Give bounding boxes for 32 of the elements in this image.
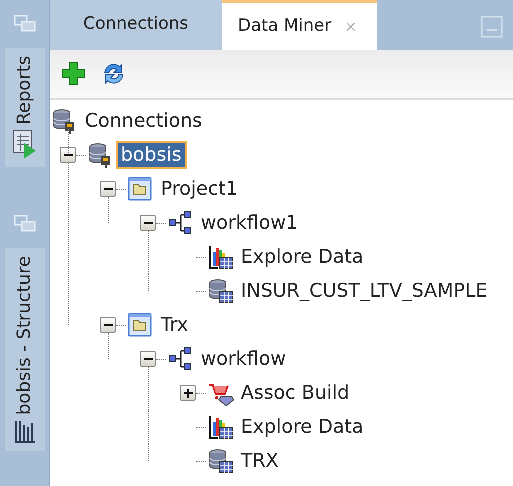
expand-toggle[interactable]: [60, 147, 76, 163]
chart-table-icon: [208, 244, 234, 270]
workflow-icon: [168, 210, 194, 236]
tab[interactable]: Data Miner: [222, 0, 377, 50]
expand-toggle[interactable]: [140, 215, 156, 231]
tab[interactable]: Connections: [50, 0, 222, 50]
tree-node-label[interactable]: TRX: [238, 449, 282, 473]
side-tab[interactable]: Reports: [4, 48, 44, 168]
structure-icon: [14, 419, 36, 444]
expand-toggle[interactable]: [140, 351, 156, 367]
report-play-icon: [12, 129, 38, 160]
database-table-icon: [208, 278, 234, 304]
add-button[interactable]: [60, 60, 88, 88]
tree-node-label[interactable]: INSUR_CUST_LTV_SAMPLE: [238, 279, 491, 303]
tree-node-label[interactable]: bobsis: [118, 143, 185, 167]
tree-node-label[interactable]: workflow: [198, 347, 290, 371]
tree-node-label[interactable]: Connections: [82, 109, 206, 133]
tree-node-label[interactable]: Project1: [158, 177, 242, 201]
expand-toggle[interactable]: [180, 385, 196, 401]
tree-node-label[interactable]: Explore Data: [238, 415, 367, 439]
expand-toggle[interactable]: [100, 181, 116, 197]
folder-icon: [128, 176, 154, 202]
tree-node-label[interactable]: workflow1: [198, 211, 302, 235]
folder-icon: [128, 312, 154, 338]
side-tab[interactable]: bobsis - Structure: [4, 248, 44, 452]
workflow-icon: [168, 346, 194, 372]
database-table-icon: [208, 448, 234, 474]
tree-node-label[interactable]: Trx: [158, 313, 192, 337]
tree-node-label[interactable]: Explore Data: [238, 245, 367, 269]
chart-table-icon: [208, 414, 234, 440]
tree-node-label[interactable]: Assoc Build: [238, 381, 353, 405]
expand-toggle[interactable]: [100, 317, 116, 333]
